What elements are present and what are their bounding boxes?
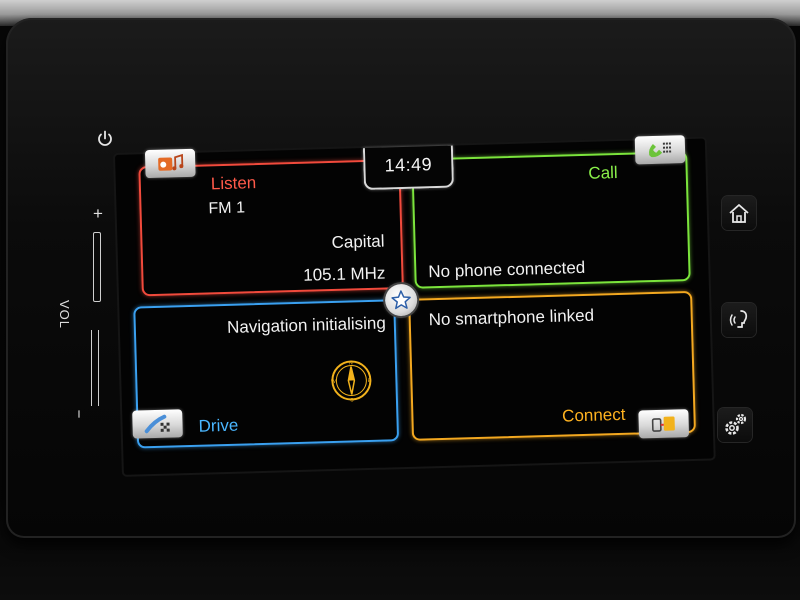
power-button[interactable] [92, 126, 118, 152]
touchscreen: Listen FM 1 Capital 105.1 MHz Call No ph… [115, 135, 714, 475]
star-icon [391, 290, 411, 310]
phone-status: No phone connected [428, 257, 586, 282]
volume-up-button[interactable]: + [88, 204, 108, 224]
clock: 14:49 [362, 145, 455, 191]
radio-station: Capital [331, 231, 385, 252]
navigation-flag-icon [144, 414, 170, 434]
tile-connect-title: Connect [561, 404, 626, 426]
tile-call-title: Call [588, 162, 618, 183]
radio-frequency: 105.1 MHz [302, 263, 386, 285]
navigation-status: Navigation initialising [226, 313, 387, 337]
home-button[interactable] [722, 196, 756, 230]
call-badge[interactable] [634, 135, 686, 165]
volume-slider-upper[interactable] [93, 232, 101, 302]
volume-down-button[interactable]: − [68, 406, 88, 422]
home-icon [729, 204, 749, 223]
radio-music-icon [158, 153, 184, 171]
compass-icon: N S E W [331, 360, 372, 403]
connect-badge[interactable] [638, 409, 690, 439]
radio-band: FM 1 [208, 199, 246, 218]
listen-badge[interactable] [144, 148, 196, 179]
tile-listen-title: Listen [210, 173, 257, 194]
smartphone-status: No smartphone linked [428, 305, 595, 330]
volume-label: VOL [57, 300, 72, 330]
voice-icon [729, 310, 748, 328]
phone-keypad-icon [649, 142, 672, 158]
settings-button[interactable] [718, 408, 752, 442]
svg-text:W: W [331, 379, 336, 385]
drive-badge[interactable] [132, 409, 183, 439]
tile-drive-title: Drive [198, 415, 239, 436]
svg-text:N: N [349, 360, 353, 366]
voice-button[interactable] [722, 303, 756, 337]
smartphone-link-icon [651, 416, 675, 432]
power-icon [98, 130, 112, 146]
volume-slider-lower[interactable] [91, 330, 99, 406]
gear-icon [725, 413, 747, 435]
